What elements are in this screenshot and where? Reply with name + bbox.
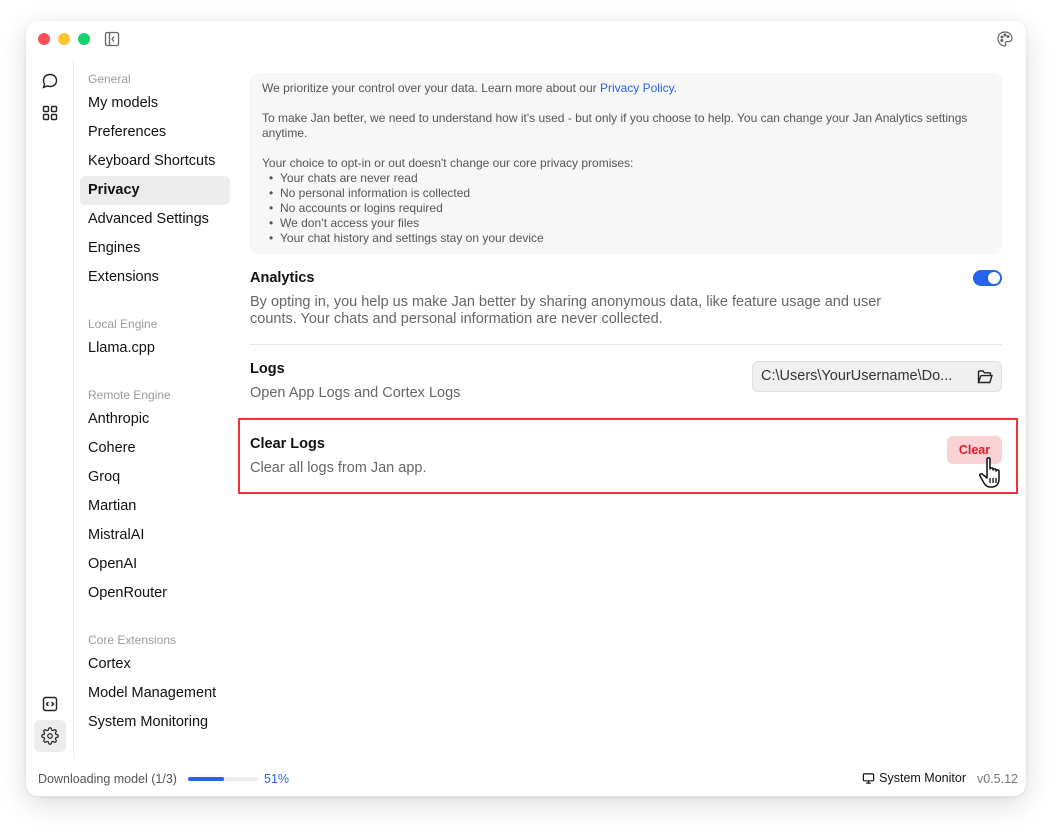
nav-item-openai[interactable]: OpenAI xyxy=(80,550,230,579)
nav-item-mistralai[interactable]: MistralAI xyxy=(80,521,230,550)
nav-item-cortex[interactable]: Cortex xyxy=(80,650,230,679)
app-window: General My models Preferences Keyboard S… xyxy=(26,21,1026,796)
analytics-setting: Analytics By opting in, you help us make… xyxy=(250,270,1002,328)
privacy-intro: We prioritize your control over your dat… xyxy=(262,81,678,95)
nav-item-anthropic[interactable]: Anthropic xyxy=(80,405,230,434)
privacy-settings-panel: We prioritize your control over your dat… xyxy=(250,59,1002,759)
list-item: Your chats are never read xyxy=(262,171,990,186)
logs-path-value: C:\Users\YourUsername\Do... xyxy=(761,368,953,384)
download-progress-fill xyxy=(188,777,224,781)
privacy-policy-link[interactable]: Privacy Policy xyxy=(600,81,674,95)
settings-nav: General My models Preferences Keyboard S… xyxy=(80,59,230,759)
nav-item-system-monitoring[interactable]: System Monitoring xyxy=(80,708,230,737)
download-percent: 51% xyxy=(264,772,290,786)
analytics-title: Analytics xyxy=(250,270,315,286)
maximize-window-button[interactable] xyxy=(78,33,90,45)
nav-group-core-extensions: Core Extensions xyxy=(88,633,177,647)
sidebar-collapse-icon[interactable] xyxy=(104,31,120,47)
divider xyxy=(250,344,1002,345)
hand-cursor-icon xyxy=(978,456,1008,490)
nav-group-remote-engine: Remote Engine xyxy=(88,388,171,402)
nav-item-groq[interactable]: Groq xyxy=(80,463,230,492)
toggle-knob xyxy=(988,272,1000,284)
code-icon[interactable] xyxy=(34,688,66,720)
nav-group-general: General xyxy=(88,72,131,86)
analytics-toggle[interactable] xyxy=(973,270,1002,286)
privacy-paragraph-3: Your choice to opt-in or out doesn't cha… xyxy=(262,156,634,170)
nav-item-martian[interactable]: Martian xyxy=(80,492,230,521)
download-status-label: Downloading model (1/3) xyxy=(38,772,177,786)
analytics-description: By opting in, you help us make Jan bette… xyxy=(250,294,882,327)
system-monitor-button[interactable]: System Monitor xyxy=(862,771,966,785)
list-item: No accounts or logins required xyxy=(262,201,990,216)
nav-item-model-management[interactable]: Model Management xyxy=(80,679,230,708)
list-item: No personal information is collected xyxy=(262,186,990,201)
nav-item-extensions[interactable]: Extensions xyxy=(80,263,230,292)
palette-icon[interactable] xyxy=(996,30,1014,48)
privacy-promises-list: Your chats are never read No personal in… xyxy=(262,171,990,246)
nav-item-keyboard-shortcuts[interactable]: Keyboard Shortcuts xyxy=(80,147,230,176)
highlight-box xyxy=(238,418,1018,494)
privacy-paragraph-2: To make Jan better, we need to understan… xyxy=(262,111,968,140)
grid-icon[interactable] xyxy=(34,97,66,129)
nav-item-advanced-settings[interactable]: Advanced Settings xyxy=(80,205,230,234)
list-item: Your chat history and settings stay on y… xyxy=(262,231,990,246)
app-version: v0.5.12 xyxy=(976,772,1018,786)
title-bar xyxy=(26,21,1026,59)
icon-rail xyxy=(26,59,74,759)
status-bar: Downloading model (1/3) 51% System Monit… xyxy=(26,766,1026,796)
chat-icon[interactable] xyxy=(34,65,66,97)
close-window-button[interactable] xyxy=(38,33,50,45)
download-progress-bar xyxy=(188,777,258,781)
gear-icon[interactable] xyxy=(34,720,66,752)
nav-item-llama-cpp[interactable]: Llama.cpp xyxy=(80,334,230,363)
nav-item-openrouter[interactable]: OpenRouter xyxy=(80,579,230,608)
privacy-info-box: We prioritize your control over your dat… xyxy=(250,73,1002,254)
folder-open-icon[interactable] xyxy=(976,368,994,386)
system-monitor-label: System Monitor xyxy=(879,771,966,785)
nav-group-local-engine: Local Engine xyxy=(88,317,158,331)
nav-item-cohere[interactable]: Cohere xyxy=(80,434,230,463)
nav-item-preferences[interactable]: Preferences xyxy=(80,118,230,147)
nav-item-privacy[interactable]: Privacy xyxy=(80,176,230,205)
minimize-window-button[interactable] xyxy=(58,33,70,45)
logs-path-field[interactable]: C:\Users\YourUsername\Do... xyxy=(752,361,1002,392)
list-item: We don’t access your files xyxy=(262,216,990,231)
nav-item-my-models[interactable]: My models xyxy=(80,89,230,118)
nav-item-engines[interactable]: Engines xyxy=(80,234,230,263)
monitor-icon xyxy=(862,772,875,784)
